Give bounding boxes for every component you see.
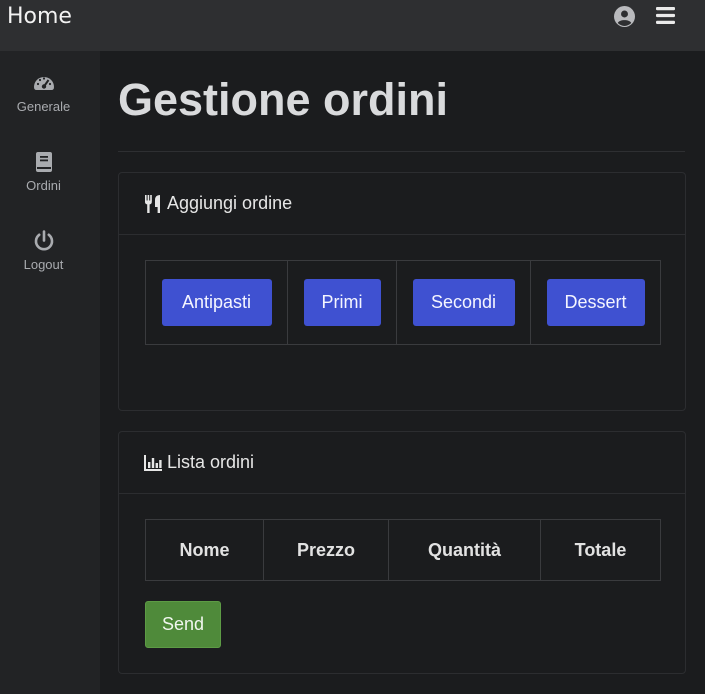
top-navbar: Home — [0, 0, 705, 51]
order-list-card-title: Lista ordini — [167, 452, 255, 472]
order-list-card-header: Lista ordini — [119, 432, 685, 494]
chart-bar-icon — [144, 454, 162, 471]
column-header-quantita: Quantità — [389, 520, 541, 580]
user-circle-icon[interactable] — [614, 6, 635, 27]
column-header-nome: Nome — [146, 520, 264, 580]
order-list-card: Lista ordini Nome Prezzo Quantità Totale… — [118, 431, 686, 674]
category-button-primi[interactable]: Primi — [303, 279, 381, 326]
category-button-secondi[interactable]: Secondi — [412, 279, 515, 326]
sidebar-item-logout[interactable]: Logout — [0, 229, 87, 289]
category-cell: Primi — [288, 261, 397, 344]
power-icon — [34, 230, 53, 251]
sidebar-item-label: Generale — [16, 99, 71, 114]
category-cell: Secondi — [397, 261, 531, 344]
column-header-prezzo: Prezzo — [264, 520, 389, 580]
sidebar-item-label: Logout — [23, 257, 64, 272]
add-order-card-title: Aggiungi ordine — [167, 193, 293, 213]
brand-home-link[interactable]: Home — [7, 4, 72, 29]
category-table: Antipasti Primi Secondi Dessert — [145, 260, 661, 345]
order-table-header: Nome Prezzo Quantità Totale — [145, 519, 661, 581]
category-cell: Antipasti — [146, 261, 288, 344]
sidebar-item-label: Ordini — [26, 178, 61, 193]
gauge-icon — [33, 77, 54, 90]
category-button-dessert[interactable]: Dessert — [546, 279, 645, 326]
category-button-antipasti[interactable]: Antipasti — [161, 279, 272, 326]
book-icon — [35, 152, 52, 172]
title-divider — [118, 151, 685, 152]
add-order-card-header: Aggiungi ordine — [119, 173, 685, 235]
sidebar: Generale Ordini Logout — [0, 51, 100, 694]
sidebar-item-ordini[interactable]: Ordini — [0, 150, 87, 210]
page-title: Gestione ordini — [118, 74, 449, 125]
column-header-totale: Totale — [574, 539, 627, 560]
sidebar-item-generale[interactable]: Generale — [0, 71, 87, 131]
utensils-icon — [145, 194, 160, 213]
hamburger-menu-icon[interactable] — [656, 7, 675, 24]
category-cell: Dessert — [531, 261, 660, 344]
add-order-card: Aggiungi ordine Antipasti Primi Secondi … — [118, 172, 686, 411]
send-button[interactable]: Send — [145, 601, 221, 648]
